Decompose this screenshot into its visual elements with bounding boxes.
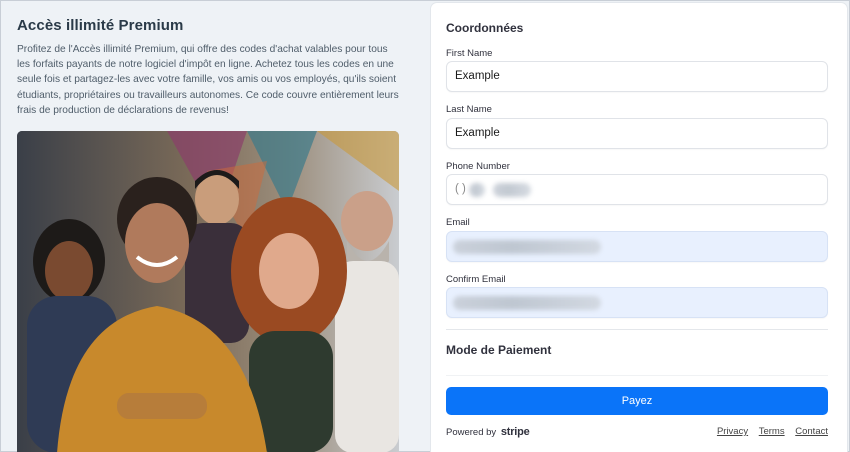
pay-button[interactable]: Payez xyxy=(446,387,828,415)
hero-image xyxy=(17,131,399,452)
last-name-input[interactable]: Example xyxy=(446,118,828,149)
contact-section-title: Coordonnées xyxy=(446,21,524,35)
footer-links: Privacy Terms Contact xyxy=(709,426,828,437)
powered-by-stripe[interactable]: Powered by stripe xyxy=(446,426,530,438)
terms-link[interactable]: Terms xyxy=(759,426,785,437)
confirm-email-input[interactable] xyxy=(446,287,828,318)
email-input[interactable] xyxy=(446,231,828,262)
checkout-card: Coordonnées First Name Example Last Name… xyxy=(431,3,847,452)
phone-number-label: Phone Number xyxy=(446,161,510,172)
product-title: Accès illimité Premium xyxy=(17,17,184,34)
section-divider xyxy=(446,329,828,330)
product-description: Profitez de l'Accès illimité Premium, qu… xyxy=(17,44,399,116)
last-name-label: Last Name xyxy=(446,104,492,115)
email-label: Email xyxy=(446,217,470,228)
stripe-logo: stripe xyxy=(500,426,530,438)
team-photo-illustration xyxy=(17,131,399,452)
phone-number-input[interactable]: ( ) xyxy=(446,174,828,205)
product-info: Accès illimité Premium Profitez de l'Acc… xyxy=(17,17,399,118)
confirm-email-label: Confirm Email xyxy=(446,274,506,285)
privacy-link[interactable]: Privacy xyxy=(717,426,748,437)
payment-section-title: Mode de Paiement xyxy=(446,343,552,357)
redacted-phone-digits xyxy=(493,183,531,197)
first-name-label: First Name xyxy=(446,48,493,59)
contact-link[interactable]: Contact xyxy=(795,426,828,437)
page-frame: Accès illimité Premium Profitez de l'Acc… xyxy=(0,0,850,452)
redacted-area-code xyxy=(469,183,485,197)
first-name-input[interactable]: Example xyxy=(446,61,828,92)
payment-divider xyxy=(446,375,828,376)
redacted-email xyxy=(453,240,601,254)
redacted-confirm-email xyxy=(453,296,601,310)
checkout-footer: Powered by stripe Privacy Terms Contact xyxy=(446,426,828,440)
phone-number-prefix: ( ) xyxy=(455,183,466,195)
powered-by-label: Powered by xyxy=(446,427,497,438)
